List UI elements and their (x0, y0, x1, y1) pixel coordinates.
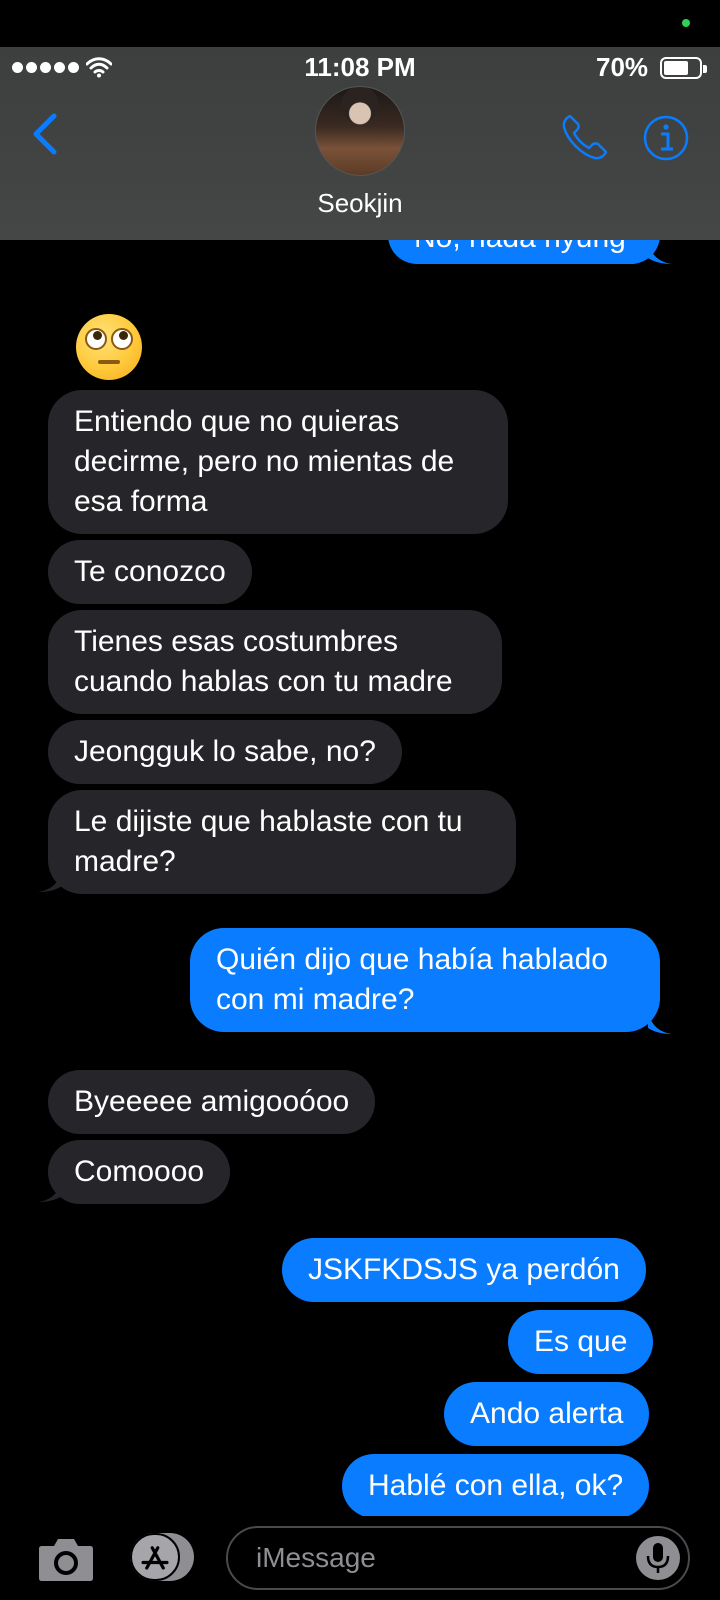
contact-name[interactable]: Seokjin (0, 188, 720, 219)
microphone-glyph (646, 1543, 670, 1573)
message-bubble-incoming[interactable]: Te conozco (48, 540, 252, 604)
bubble-tail (38, 868, 62, 892)
message-bubble-outgoing[interactable]: Es que (508, 1310, 654, 1374)
battery-percent: 70% (596, 52, 649, 82)
info-icon[interactable] (642, 114, 690, 162)
message-bubble-incoming[interactable]: Byeeeee amigooóoo (48, 1070, 376, 1134)
camera-icon[interactable] (38, 1534, 94, 1582)
message-bubble-incoming[interactable]: Entiendo que no quieras decirme, pero no… (48, 390, 508, 534)
message-bubble-incoming[interactable]: Tienes esas costumbres cuando hablas con… (48, 610, 502, 714)
imessage-input[interactable] (226, 1526, 690, 1590)
message-bubble-incoming[interactable]: Jeongguk lo sabe, no? (48, 720, 402, 784)
top-strip (0, 0, 720, 47)
message-bubble-incoming[interactable]: Comoooo (48, 1140, 231, 1204)
bubble-tail (648, 240, 672, 264)
app-store-glyph (141, 1546, 169, 1570)
camera-indicator-dot (682, 19, 690, 27)
contact-avatar[interactable] (315, 86, 405, 176)
message-bubble-outgoing[interactable]: JSKFKDSJS ya perdón (282, 1238, 646, 1302)
bubble-tail (38, 1178, 62, 1202)
message-bubble-incoming[interactable]: Le dijiste que hablaste con tu madre? (48, 790, 516, 894)
message-bubble-outgoing[interactable]: Ando alerta (444, 1382, 650, 1446)
bubble-tail (648, 1010, 672, 1034)
message-bubble-outgoing[interactable]: Hablé con ella, ok? (342, 1454, 650, 1518)
microphone-icon[interactable] (636, 1536, 680, 1580)
phone-icon[interactable] (560, 112, 610, 162)
message-bubble-outgoing[interactable]: Quién dijo que había hablado con mi madr… (190, 928, 660, 1032)
app-store-icon[interactable] (130, 1533, 194, 1581)
eye-roll-emoji[interactable] (76, 314, 142, 380)
battery-icon (660, 57, 707, 79)
chevron-left-icon[interactable] (28, 112, 62, 156)
message-thread[interactable]: No, nada hyung 🙄 Entiendo que no quieras… (0, 0, 720, 1600)
